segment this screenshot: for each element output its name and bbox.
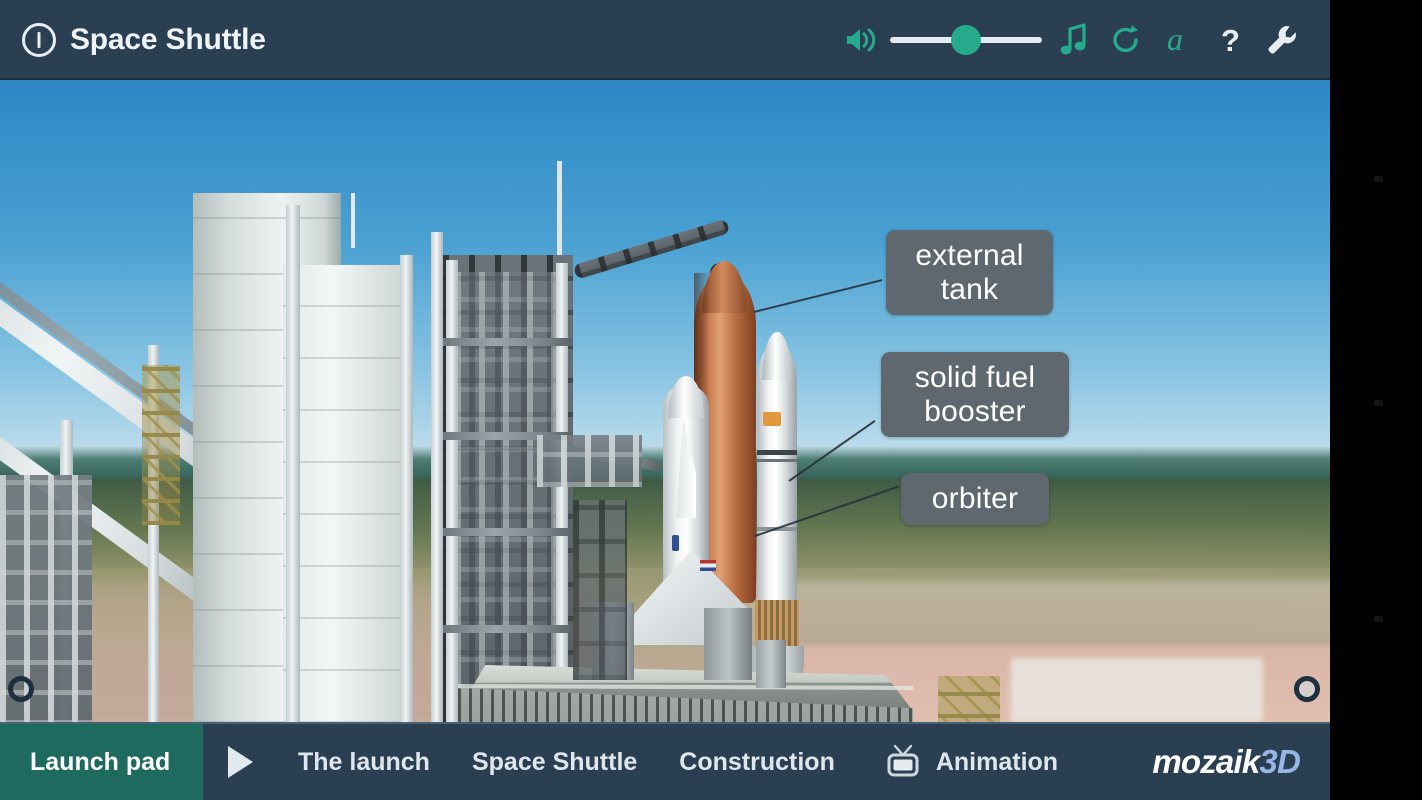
antenna-mast-1 bbox=[351, 193, 355, 248]
tv-icon bbox=[884, 743, 922, 781]
srb-band-2 bbox=[757, 459, 797, 462]
hold-down-post-3 bbox=[756, 640, 786, 688]
main-column: Space Shuttle bbox=[0, 0, 1330, 800]
speaker-volume-icon[interactable] bbox=[836, 14, 888, 66]
panel-dot-3 bbox=[1374, 616, 1383, 622]
fss-crossbeam-3 bbox=[443, 528, 573, 536]
brand-logo[interactable]: mozaik 3D bbox=[1152, 743, 1300, 781]
nav-item-the-launch-label: The launch bbox=[298, 748, 430, 777]
pad-apron bbox=[727, 581, 1330, 645]
nav-item-the-launch[interactable]: The launch bbox=[277, 724, 451, 800]
service-structure-wall-secondary bbox=[283, 265, 405, 722]
lattice-tower-right bbox=[573, 500, 627, 680]
label-solid-fuel-booster[interactable]: solid fuel booster bbox=[881, 352, 1069, 437]
nav-tab-launch-pad[interactable]: Launch pad bbox=[0, 724, 203, 800]
label-orbiter[interactable]: orbiter bbox=[901, 473, 1049, 525]
fss-crossbeam-1 bbox=[443, 338, 573, 346]
yellow-truss-right bbox=[938, 676, 1000, 722]
arm-platform bbox=[537, 435, 642, 487]
label-external-tank[interactable]: external tank bbox=[886, 230, 1053, 315]
panel-dot-2 bbox=[1374, 400, 1383, 406]
yellow-truss-left bbox=[142, 365, 180, 525]
rotate-handle-left[interactable] bbox=[8, 676, 34, 702]
nav-item-space-shuttle-label: Space Shuttle bbox=[472, 748, 637, 777]
nav-item-animation-label: Animation bbox=[936, 748, 1058, 777]
svg-text:?: ? bbox=[1221, 23, 1240, 58]
fss-post-right bbox=[556, 263, 568, 722]
rotate-handle-right[interactable] bbox=[1294, 676, 1320, 702]
orbiter-flag-decal bbox=[700, 560, 716, 571]
wrench-icon[interactable] bbox=[1256, 14, 1308, 66]
panel-dot-1 bbox=[1374, 176, 1383, 182]
brand-logo-mozaik: mozaik bbox=[1152, 743, 1259, 781]
hold-down-post-2 bbox=[704, 608, 752, 680]
nav-tab-launch-pad-label: Launch pad bbox=[30, 748, 170, 777]
reload-arrow-icon[interactable] bbox=[1100, 14, 1152, 66]
orbiter-nasa-decal bbox=[672, 535, 679, 551]
application-window: Space Shuttle bbox=[0, 0, 1422, 800]
volume-slider[interactable] bbox=[890, 14, 1042, 66]
svg-text:a: a bbox=[1167, 22, 1183, 57]
volume-slider-thumb[interactable] bbox=[951, 25, 981, 55]
page-title: Space Shuttle bbox=[70, 23, 266, 57]
header-bar: Space Shuttle bbox=[0, 0, 1330, 80]
nav-item-construction-label: Construction bbox=[679, 748, 835, 777]
wall-post-1 bbox=[286, 205, 300, 722]
question-mark-icon[interactable]: ? bbox=[1204, 14, 1256, 66]
wall-post-2 bbox=[400, 255, 413, 722]
italic-a-icon[interactable]: a bbox=[1152, 14, 1204, 66]
nav-item-space-shuttle[interactable]: Space Shuttle bbox=[451, 724, 658, 800]
srb-band-1 bbox=[757, 450, 797, 455]
fss-crossbeam-4 bbox=[443, 625, 573, 633]
info-icon[interactable] bbox=[22, 23, 56, 57]
srb-stripe-orange bbox=[763, 412, 781, 426]
nav-item-animation[interactable]: Animation bbox=[856, 724, 1079, 800]
header-toolbar: a ? bbox=[836, 14, 1308, 66]
music-note-icon[interactable] bbox=[1048, 14, 1100, 66]
right-side-panel bbox=[1330, 0, 1422, 800]
3d-viewport[interactable]: external tank solid fuel booster orbiter bbox=[0, 80, 1330, 722]
wall-post-3 bbox=[431, 232, 443, 722]
play-triangle-icon[interactable] bbox=[203, 724, 277, 800]
title-group: Space Shuttle bbox=[22, 23, 266, 57]
brand-logo-3d: 3D bbox=[1259, 743, 1300, 781]
nav-item-construction[interactable]: Construction bbox=[658, 724, 856, 800]
nav-items: The launch Space Shuttle Construction bbox=[203, 724, 1330, 800]
bottom-navigation-bar: Launch pad The launch Space Shuttle Cons… bbox=[0, 722, 1330, 800]
concrete-patch bbox=[1011, 658, 1264, 722]
fss-post-left bbox=[446, 260, 458, 722]
